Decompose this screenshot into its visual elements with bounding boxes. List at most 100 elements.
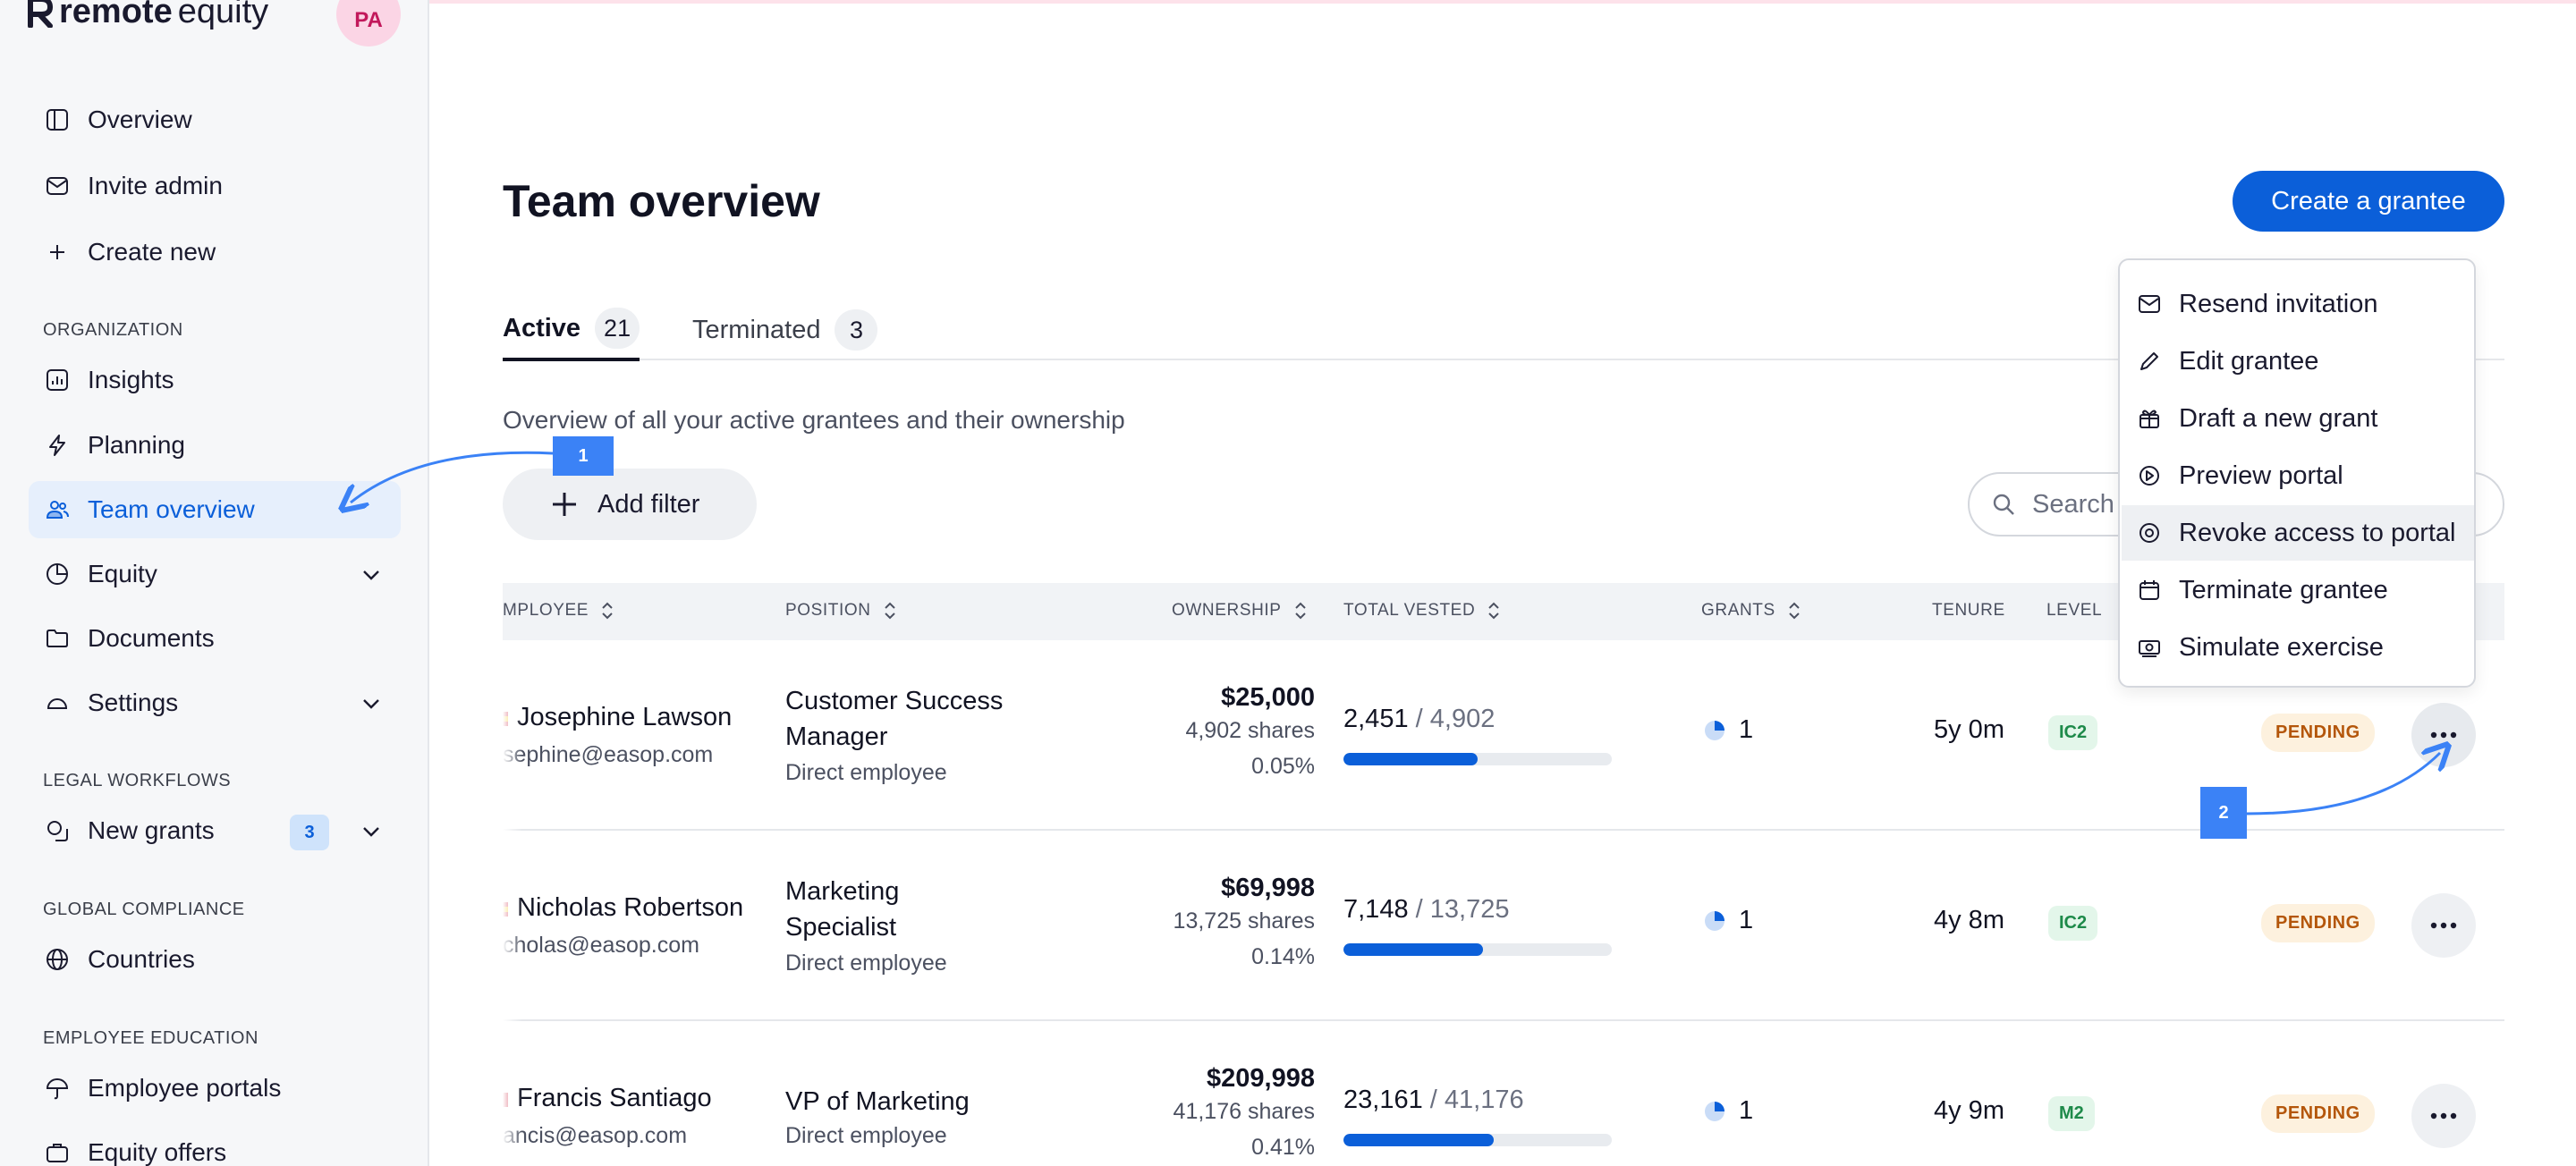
menu-item-label: Simulate exercise — [2179, 632, 2384, 662]
ownership-percent: 0.14% — [1251, 944, 1315, 969]
tab-terminated[interactable]: Terminated 3 — [692, 299, 878, 361]
gift-icon — [2140, 410, 2159, 428]
row-actions-button[interactable] — [2411, 1084, 2476, 1148]
column-header-level[interactable]: LEVEL — [2046, 601, 2102, 621]
add-filter-button[interactable]: Add filter — [503, 469, 757, 540]
sidebar-item-equity-offers[interactable]: Equity offers — [29, 1124, 401, 1166]
vested-progress-fill — [1343, 753, 1478, 765]
position-type: Direct employee — [785, 951, 947, 976]
mail-icon — [47, 177, 68, 195]
sort-icon — [1294, 602, 1306, 620]
create-grantee-button[interactable]: Create a grantee — [2233, 171, 2504, 232]
ownership-value: $69,998 — [1221, 874, 1315, 902]
vested-total: / 41,176 — [1429, 1086, 1524, 1114]
column-header-grants[interactable]: GRANTS — [1701, 601, 1801, 621]
sidebar-item-label: Documents — [88, 624, 215, 652]
column-header-total-vested[interactable]: TOTAL VESTED — [1343, 601, 1500, 621]
calendar-icon — [2140, 580, 2159, 600]
menu-item-draft-new-grant[interactable]: Draft a new grant — [2122, 391, 2474, 446]
brand-name-bold: remote — [59, 0, 173, 30]
menu-item-resend-invitation[interactable]: Resend invitation — [2122, 276, 2474, 332]
sidebar-item-equity[interactable]: Equity — [29, 545, 401, 603]
sidebar-item-documents[interactable]: Documents — [29, 610, 401, 667]
tab-label: Terminated — [692, 315, 821, 344]
employee-name[interactable]: Nicholas Robertson — [517, 893, 743, 923]
column-label: POSITION — [785, 601, 871, 620]
sidebar-item-label: Planning — [88, 431, 185, 459]
row-actions-button[interactable] — [2411, 893, 2476, 958]
sidebar-item-overview[interactable]: Overview — [29, 91, 401, 148]
mail-icon — [2139, 295, 2160, 313]
sort-icon — [1789, 602, 1800, 620]
column-label: TOTAL VESTED — [1343, 601, 1476, 620]
menu-item-edit-grantee[interactable]: Edit grantee — [2122, 334, 2474, 389]
employee-name[interactable]: Josephine Lawson — [517, 703, 732, 732]
ownership-cell: $25,000 4,902 shares 0.05% — [1100, 683, 1315, 784]
tab-active[interactable]: Active 21 — [503, 299, 640, 361]
level-badge: M2 — [2048, 1096, 2095, 1131]
plus-icon — [50, 245, 64, 259]
employee-name[interactable]: Francis Santiago — [517, 1084, 712, 1113]
column-header-tenure[interactable]: TENURE — [1932, 601, 2005, 621]
section-title-employee-education: EMPLOYEE EDUCATION — [43, 1028, 258, 1048]
sidebar-item-new-grants[interactable]: New grants 3 — [29, 802, 401, 859]
sidebar-item-label: Overview — [88, 106, 192, 133]
sidebar-item-insights[interactable]: Insights — [29, 351, 401, 409]
plus-icon — [553, 493, 576, 516]
vested-amount: 2,451 / 4,902 — [1343, 705, 1495, 734]
page-title: Team overview — [503, 176, 820, 226]
menu-item-terminate-grantee[interactable]: Terminate grantee — [2122, 562, 2474, 618]
sidebar-item-label: Countries — [88, 945, 195, 973]
ownership-shares: 13,725 shares — [1173, 908, 1315, 934]
chevron-down-icon[interactable] — [361, 822, 381, 841]
sidebar-item-label: Equity offers — [88, 1138, 227, 1166]
play-circle-icon — [2140, 466, 2159, 486]
layout-icon — [47, 109, 68, 131]
column-header-ownership[interactable]: OWNERSHIP — [1172, 601, 1307, 621]
sidebar-item-settings[interactable]: Settings — [29, 674, 401, 731]
new-grants-count-badge: 3 — [290, 815, 329, 850]
ownership-percent: 0.05% — [1251, 754, 1315, 779]
menu-item-simulate-exercise[interactable]: Simulate exercise — [2122, 620, 2474, 675]
ownership-cell: $69,998 13,725 shares 0.14% — [1100, 874, 1315, 975]
sidebar-item-invite-admin[interactable]: Invite admin — [29, 157, 401, 215]
column-label: LEVEL — [2046, 601, 2103, 620]
sidebar-item-team-overview[interactable]: Team overview — [29, 481, 401, 538]
annotation-marker-1: 1 — [553, 436, 614, 476]
row-actions-button[interactable] — [2411, 703, 2476, 767]
sidebar-item-planning[interactable]: Planning — [29, 417, 401, 474]
chart-icon — [47, 369, 68, 391]
table-row[interactable]: Nicholas Robertson cholas@easop.com Mark… — [503, 831, 2504, 1021]
brand-logo[interactable]: remote equity — [27, 0, 268, 31]
sidebar-item-countries[interactable]: Countries — [29, 931, 401, 988]
sidebar-item-label: New grants — [88, 816, 215, 844]
folder-icon — [47, 629, 68, 647]
sidebar-item-create-new[interactable]: Create new — [29, 224, 401, 281]
remote-logo-icon — [28, 0, 54, 28]
pie-icon — [47, 563, 68, 585]
globe-icon — [47, 949, 68, 970]
bolt-icon — [49, 435, 65, 456]
tenure-value: 4y 8m — [1934, 906, 2004, 934]
employee-email: sephine@easop.com — [503, 742, 714, 767]
chevron-down-icon[interactable] — [361, 565, 381, 585]
sidebar-item-employee-portals[interactable]: Employee portals — [29, 1060, 401, 1117]
column-label: MPLOYEE — [503, 601, 589, 620]
search-placeholder: Search — [2032, 489, 2114, 519]
vested-progress-bar — [1343, 1134, 1612, 1146]
row-actions-menu: Resend invitation Edit grantee Draft a n… — [2118, 258, 2476, 688]
column-header-position[interactable]: POSITION — [785, 601, 896, 621]
position-title: Marketing Specialist — [785, 877, 900, 942]
chevron-down-icon[interactable] — [361, 694, 381, 714]
column-header-employee[interactable]: MPLOYEE — [503, 601, 614, 621]
table-row[interactable]: Francis Santiago ancis@easop.com VP of M… — [503, 1021, 2504, 1166]
cash-icon — [2139, 640, 2160, 657]
ownership-value: $25,000 — [1221, 683, 1315, 712]
vested-progress-fill — [1343, 943, 1483, 956]
menu-item-preview-portal[interactable]: Preview portal — [2122, 448, 2474, 503]
position-type: Direct employee — [785, 760, 947, 785]
level-badge: IC2 — [2048, 715, 2098, 750]
menu-item-label: Preview portal — [2179, 460, 2343, 490]
user-avatar[interactable]: PA — [336, 0, 401, 46]
menu-item-revoke-access[interactable]: Revoke access to portal — [2122, 505, 2474, 561]
